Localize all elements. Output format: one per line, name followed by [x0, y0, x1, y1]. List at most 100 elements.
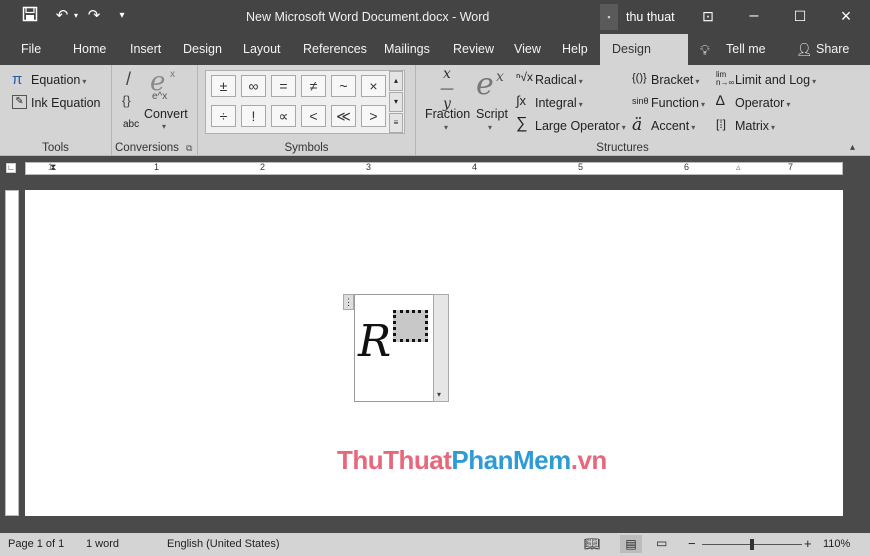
tab-mailings[interactable]: Mailings — [384, 42, 430, 56]
symbols-label: Symbols — [284, 142, 329, 154]
tab-insert[interactable]: Insert — [130, 42, 161, 56]
maximize-icon[interactable]: ☐ — [788, 5, 812, 27]
tab-help[interactable]: Help — [562, 42, 588, 56]
collapse-ribbon-icon[interactable]: ▴ — [850, 142, 855, 153]
convert-button[interactable]: Convert — [144, 107, 188, 121]
minimize-icon[interactable]: – — [742, 5, 766, 27]
undo-dropdown-icon[interactable]: ▾ — [66, 6, 86, 26]
tab-file[interactable]: File — [21, 42, 41, 56]
ink-equation-button[interactable]: Ink Equation — [31, 96, 101, 110]
script-sup-icon: x — [496, 69, 504, 85]
user-avatar-icon[interactable]: ▪ — [600, 4, 618, 30]
symbol-proportional[interactable]: ∝ — [271, 105, 296, 127]
zoom-in-icon[interactable]: + — [804, 536, 812, 551]
ruler-bar[interactable]: ⧗ 1 1 2 3 4 5 6 ▵ 7 — [25, 162, 843, 175]
tab-references[interactable]: References — [303, 42, 367, 56]
ribbon-display-icon[interactable]: ⊡ — [696, 5, 720, 27]
symbol-not-equal[interactable]: ≠ — [301, 75, 326, 97]
web-layout-icon[interactable]: ▭ — [656, 536, 667, 550]
zoom-level[interactable]: 110% — [823, 538, 850, 550]
accent-button[interactable]: Accent ▾ — [651, 119, 695, 133]
tab-review[interactable]: Review — [453, 42, 494, 56]
horizontal-ruler: ∟ ⧗ 1 1 2 3 4 5 6 ▵ 7 — [0, 157, 870, 181]
tab-design[interactable]: Design — [183, 42, 222, 56]
convert-dropdown-icon[interactable]: ▾ — [162, 122, 166, 131]
status-bar: Page 1 of 1 1 word English (United State… — [0, 533, 870, 556]
equation-options-icon[interactable]: ▾ — [437, 390, 441, 399]
tab-equation-design[interactable]: Design — [600, 34, 688, 65]
symbol-times[interactable]: × — [361, 75, 386, 97]
gallery-more-icon[interactable]: ≡ — [389, 113, 403, 133]
read-mode-icon[interactable]: 📖︎ — [584, 536, 601, 552]
zoom-out-icon[interactable]: − — [688, 536, 696, 551]
tab-view[interactable]: View — [514, 42, 541, 56]
equation-options-scroll[interactable]: ▾ — [433, 294, 449, 402]
professional-format-icon[interactable]: {} — [122, 93, 131, 108]
function-button[interactable]: Function ▾ — [651, 96, 705, 110]
symbol-divide[interactable]: ÷ — [211, 105, 236, 127]
print-layout-icon[interactable]: ▤ — [620, 535, 642, 553]
ribbon-tabs: File Home Insert Design Layout Reference… — [0, 34, 870, 65]
group-symbols: ± ∞ = ≠ ~ × ÷ ! ∝ < ≪ > ▴ ▾ ≡ Symbols — [198, 65, 416, 156]
tab-selector-icon[interactable]: ∟ — [6, 163, 16, 173]
page-count[interactable]: Page 1 of 1 — [8, 538, 64, 550]
group-structures: x — y Fraction ▾ e x Script ▾ ⁿ√x Radical ▾… — [416, 65, 829, 156]
superscript-placeholder[interactable] — [393, 310, 428, 342]
share-button[interactable]: Share — [816, 42, 849, 56]
gallery-scroll-down-icon[interactable]: ▾ — [389, 92, 403, 112]
save-icon[interactable] — [20, 6, 40, 26]
symbol-greater-than[interactable]: > — [361, 105, 386, 127]
ruler-number: 4 — [472, 162, 478, 172]
bracket-button[interactable]: Bracket ▾ — [651, 73, 699, 87]
language-status[interactable]: English (United States) — [167, 538, 280, 550]
vertical-ruler[interactable] — [5, 190, 19, 516]
operator-button[interactable]: Operator ▾ — [735, 96, 790, 110]
script-dropdown-icon[interactable]: ▾ — [488, 123, 492, 132]
script-button[interactable]: Script — [476, 107, 508, 121]
tell-me-box[interactable]: Tell me — [726, 42, 766, 56]
share-icon: 👤︎ — [796, 42, 813, 57]
fraction-button[interactable]: Fraction — [425, 107, 470, 121]
ruler-number: 1 — [154, 162, 160, 172]
limit-log-button[interactable]: Limit and Log ▾ — [735, 73, 816, 87]
matrix-button[interactable]: Matrix ▾ — [735, 119, 775, 133]
radical-icon: ⁿ√x — [516, 70, 533, 84]
conversions-label: Conversions — [115, 142, 179, 154]
zoom-slider-thumb[interactable] — [750, 539, 754, 550]
ruler-right-indent-icon[interactable]: ▵ — [736, 162, 741, 173]
large-operator-button[interactable]: Large Operator ▾ — [535, 119, 626, 133]
symbol-factorial[interactable]: ! — [241, 105, 266, 127]
equation-handle-icon[interactable]: ⋮ — [343, 294, 354, 310]
tab-home[interactable]: Home — [73, 42, 106, 56]
group-tools: π Equation ▾ ✎ Ink Equation Tools — [0, 65, 112, 156]
equation-button[interactable]: Equation ▾ — [31, 73, 86, 87]
symbol-plus-minus[interactable]: ± — [211, 75, 236, 97]
symbol-tilde[interactable]: ~ — [331, 75, 356, 97]
gallery-scroll-up-icon[interactable]: ▴ — [389, 71, 403, 91]
linear-format-icon[interactable]: / — [126, 69, 131, 90]
redo-icon[interactable]: ↷ — [84, 6, 104, 26]
symbol-infinity[interactable]: ∞ — [241, 75, 266, 97]
watermark-part1: ThuThuat — [337, 445, 452, 475]
tab-layout[interactable]: Layout — [243, 42, 281, 56]
fraction-dropdown-icon[interactable]: ▾ — [444, 123, 448, 132]
symbol-much-less-than[interactable]: ≪ — [331, 105, 356, 127]
title-bar: ↶ ▾ ↷ ▾ New Microsoft Word Document.docx… — [0, 0, 870, 34]
window-title: New Microsoft Word Document.docx - Word — [246, 10, 490, 24]
equation-base[interactable]: R — [358, 316, 391, 367]
radical-button[interactable]: Radical ▾ — [535, 73, 583, 87]
group-conversions: / {} abc e x e^x Convert ▾ Conversions ⧉ — [112, 65, 198, 156]
ruler-number: 5 — [578, 162, 584, 172]
integral-icon: ∫x — [516, 93, 527, 108]
user-name[interactable]: thu thuat — [626, 10, 675, 24]
integral-button[interactable]: Integral ▾ — [535, 96, 583, 110]
watermark-part2: PhanMem — [451, 445, 571, 475]
symbol-equals[interactable]: = — [271, 75, 296, 97]
symbol-less-than[interactable]: < — [301, 105, 326, 127]
customize-qat-icon[interactable]: ▾ — [112, 6, 132, 26]
word-count[interactable]: 1 word — [86, 538, 119, 550]
close-icon[interactable]: × — [834, 5, 858, 27]
ribbon: π Equation ▾ ✎ Ink Equation Tools / {} ab… — [0, 65, 870, 156]
conversions-launcher-icon[interactable]: ⧉ — [186, 143, 192, 154]
normal-text-button[interactable]: abc — [123, 119, 139, 130]
